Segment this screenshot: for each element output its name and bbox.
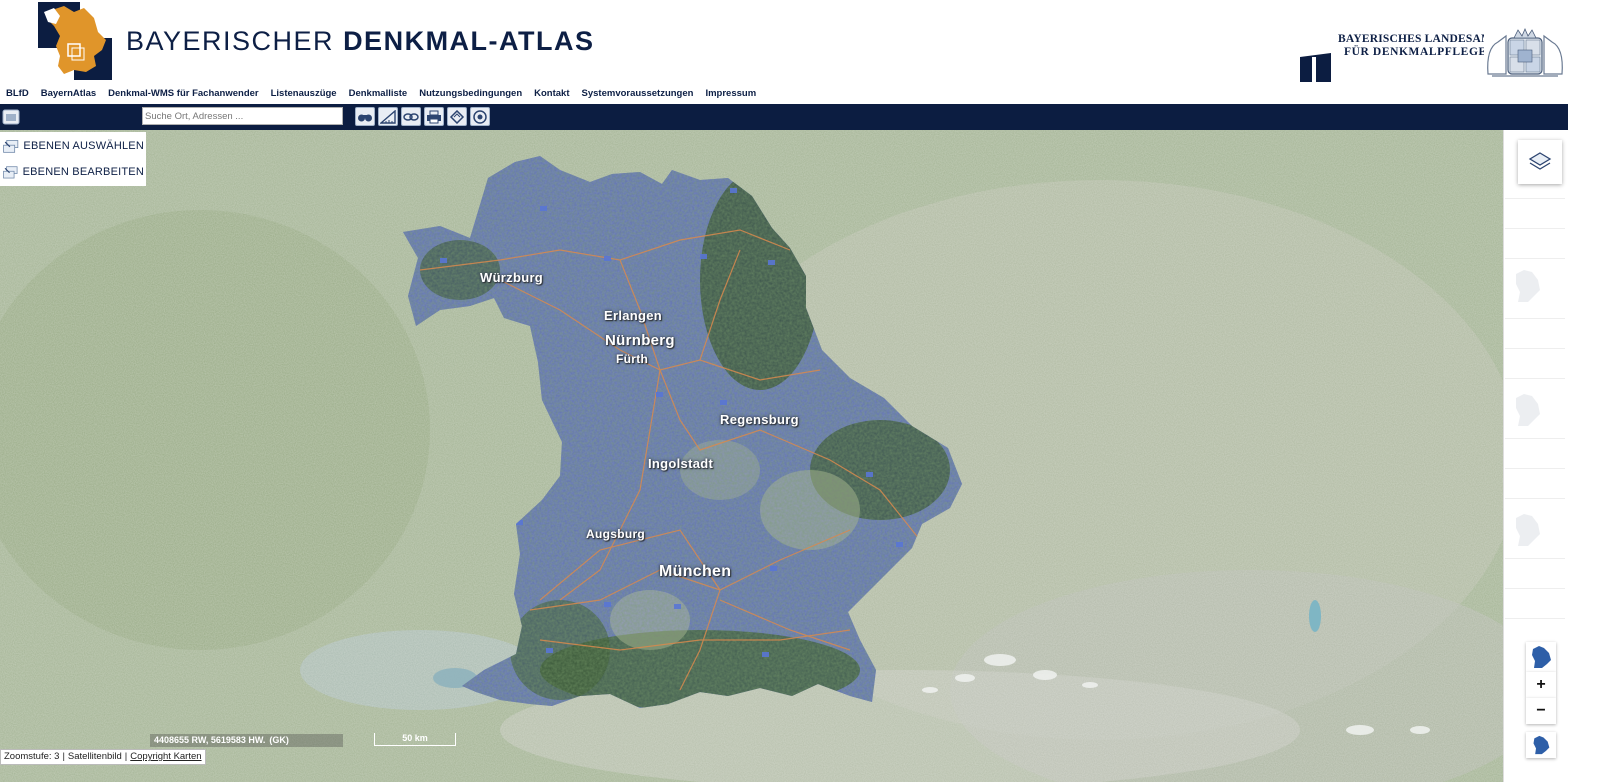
site-title-light: BAYERISCHER	[126, 26, 335, 56]
divider	[1505, 498, 1565, 499]
divider	[1505, 348, 1565, 349]
agency-name-line2: FÜR DENKMALPFLEGE	[1344, 46, 1487, 58]
satellite-map	[0, 130, 1503, 782]
layers-panel: EBENEN AUSWÄHLEN EBENEN BEARBEITEN	[0, 132, 146, 186]
copyright-link[interactable]: Copyright Karten	[130, 751, 201, 762]
binoculars-button[interactable]	[355, 107, 375, 126]
header: BAYERISCHER DENKMAL-ATLAS BAYERISCHES LA…	[0, 0, 1600, 90]
measure-icon	[380, 109, 396, 124]
status-bar: Zoomstufe: 3 | Satellitenbild | Copyright Ka…	[0, 749, 206, 765]
select-layers-label: EBENEN AUSWÄHLEN	[23, 140, 144, 152]
bavaria-icon	[1532, 646, 1551, 668]
site-title: BAYERISCHER DENKMAL-ATLAS	[126, 26, 595, 57]
link-button[interactable]	[401, 107, 421, 126]
draw-button[interactable]	[447, 107, 467, 126]
zoom-level-text: Zoomstufe: 3	[4, 751, 60, 762]
bavaria-outline-icon	[1516, 514, 1540, 546]
divider	[1505, 228, 1565, 229]
help-button[interactable]	[470, 107, 490, 126]
bavaria-outline-icon	[1516, 270, 1540, 302]
bavaria-outline-icon	[1516, 394, 1540, 426]
nav-item-nutzungsbedingungen[interactable]: Nutzungsbedingungen	[419, 86, 522, 102]
coordinates-readout: 4408655 RW, 5619583 HW. (GK)	[150, 734, 343, 747]
divider	[1505, 378, 1565, 379]
bavarian-coat-of-arms-icon	[1484, 28, 1566, 80]
city-label: Nürnberg	[605, 332, 675, 349]
layers-select-icon	[3, 140, 19, 153]
draw-icon	[449, 109, 465, 124]
nav-item-kontakt[interactable]: Kontakt	[534, 86, 569, 102]
divider	[1505, 468, 1565, 469]
city-label: Erlangen	[604, 308, 663, 323]
print-icon	[427, 110, 441, 123]
divider	[1505, 258, 1565, 259]
denkmal-atlas-logo[interactable]	[38, 2, 112, 80]
nav-item-denkmalliste[interactable]: Denkmalliste	[349, 86, 408, 102]
scale-bar: 50 km	[374, 733, 456, 746]
zoom-to-bavaria-button[interactable]	[1526, 642, 1556, 672]
zoom-out-button[interactable]: −	[1526, 698, 1556, 724]
map-viewport[interactable]: Würzburg Erlangen Nürnberg Fürth Regensb…	[0, 130, 1503, 782]
city-label: Augsburg	[586, 527, 646, 541]
zoom-in-button[interactable]: +	[1526, 672, 1556, 698]
nav-item-bayernatlas[interactable]: BayernAtlas	[41, 86, 96, 102]
edit-layers-label: EBENEN BEARBEITEN	[22, 166, 144, 178]
basemap-label: Satellitenbild	[67, 751, 122, 762]
print-button[interactable]	[424, 107, 444, 126]
city-label: Fürth	[616, 352, 649, 366]
layers-toggle-button[interactable]	[1518, 140, 1562, 184]
panel-toggle-icon[interactable]	[2, 108, 20, 126]
divider	[1505, 588, 1565, 589]
layers-stack-icon	[1528, 152, 1552, 170]
edit-layers-button[interactable]: EBENEN BEARBEITEN	[2, 161, 144, 183]
agency-name-line1: BAYERISCHES LANDESAMT	[1338, 33, 1500, 45]
main-nav: BLfD BayernAtlas Denkmal-WMS für Fachanw…	[0, 86, 762, 102]
binoculars-icon	[358, 114, 372, 121]
nav-item-impressum[interactable]: Impressum	[705, 86, 756, 102]
agency-logo[interactable]: BAYERISCHES LANDESAMT FÜR DENKMALPFLEGE	[1300, 33, 1500, 83]
city-label: München	[659, 563, 732, 580]
crs-label: (GK)	[269, 735, 289, 745]
divider	[1505, 558, 1565, 559]
divider	[1505, 318, 1565, 319]
measure-button[interactable]	[378, 107, 398, 126]
overview-map-button[interactable]	[1526, 732, 1556, 758]
bavaria-icon	[1533, 735, 1550, 755]
help-icon	[473, 109, 487, 124]
city-label: Regensburg	[720, 412, 799, 427]
city-label: Würzburg	[480, 270, 544, 285]
agency-mark-icon	[1300, 53, 1331, 82]
nav-item-listenauszuege[interactable]: Listenauszüge	[271, 86, 337, 102]
divider	[1505, 438, 1565, 439]
select-layers-button[interactable]: EBENEN AUSWÄHLEN	[2, 135, 144, 157]
layers-edit-icon	[3, 166, 18, 179]
nav-item-denkmal-wms[interactable]: Denkmal-WMS für Fachanwender	[108, 86, 258, 102]
city-label: Ingolstadt	[648, 456, 714, 471]
nav-item-systemvoraussetzungen[interactable]: Systemvoraussetzungen	[582, 86, 694, 102]
divider	[1505, 198, 1565, 199]
coordinates-value: 4408655 RW, 5619583 HW.	[154, 735, 266, 745]
site-title-bold: DENKMAL-ATLAS	[343, 26, 595, 56]
divider	[1505, 618, 1565, 619]
search-input[interactable]	[142, 107, 343, 125]
nav-item-blfd[interactable]: BLfD	[6, 86, 29, 102]
link-icon	[403, 112, 419, 121]
